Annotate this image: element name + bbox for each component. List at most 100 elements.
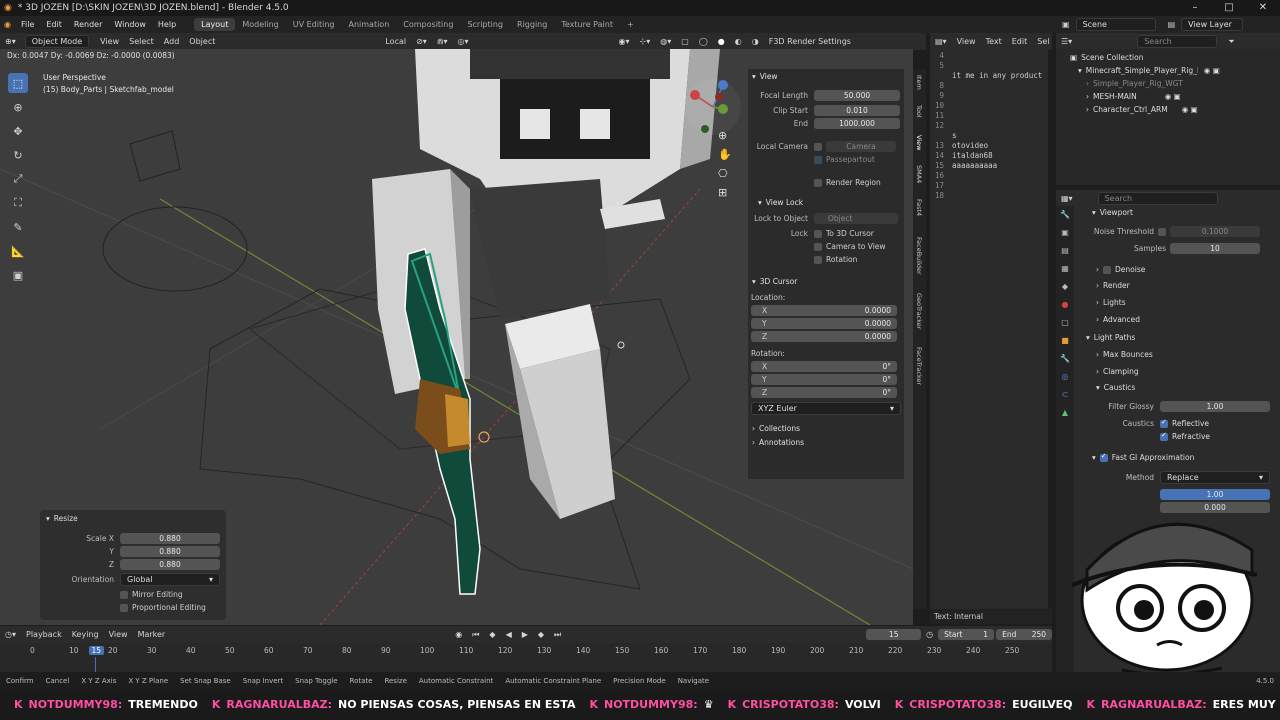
- add-cube-icon[interactable]: ▣: [8, 265, 28, 285]
- camera-to-view-checkbox[interactable]: [814, 242, 822, 251]
- clip-start-field[interactable]: 0.010: [814, 105, 900, 116]
- text-line[interactable]: 5: [930, 61, 1048, 71]
- filter-icon[interactable]: ⏷: [1223, 36, 1239, 48]
- collapse-chevron-icon[interactable]: ▾: [1096, 383, 1100, 392]
- cursor-loc-z-field[interactable]: 0.0000: [751, 331, 897, 342]
- text-line[interactable]: s: [930, 131, 1048, 141]
- maximize-button[interactable]: □: [1212, 0, 1246, 16]
- clamping-section[interactable]: Clamping: [1103, 367, 1139, 376]
- outliner-search-input[interactable]: Search: [1137, 35, 1218, 48]
- pivot-icon[interactable]: ⊘▾: [411, 36, 432, 47]
- rotation-mode-dropdown[interactable]: XYZ Euler: [758, 404, 797, 413]
- collapse-chevron-icon[interactable]: ▾: [1092, 208, 1096, 217]
- lock-object-field[interactable]: Object: [814, 213, 898, 224]
- expand-chevron-icon[interactable]: ›: [1086, 105, 1089, 114]
- keying-menu[interactable]: Keying: [67, 629, 104, 640]
- expand-chevron-icon[interactable]: ›: [1096, 281, 1099, 290]
- tab-tool[interactable]: Tool: [915, 105, 923, 118]
- passepartout-checkbox[interactable]: [814, 155, 822, 164]
- viewport-section[interactable]: Viewport: [1100, 208, 1133, 217]
- world-tab-icon[interactable]: ●: [1058, 300, 1072, 314]
- denoise-checkbox[interactable]: [1103, 265, 1111, 274]
- expand-chevron-icon[interactable]: ›: [1086, 79, 1089, 88]
- minimize-button[interactable]: –: [1178, 0, 1212, 16]
- record-icon[interactable]: ◉: [450, 629, 467, 640]
- cursor-loc-y-field[interactable]: 0.0000: [751, 318, 897, 329]
- noise-threshold-field[interactable]: 0.1000: [1170, 226, 1260, 237]
- advanced-section[interactable]: Advanced: [1103, 315, 1140, 324]
- light-paths-section[interactable]: Light Paths: [1094, 333, 1135, 342]
- tab-rigging[interactable]: Rigging: [510, 18, 554, 31]
- scale-z-field[interactable]: 0.880: [120, 559, 220, 570]
- expand-chevron-icon[interactable]: ›: [1086, 92, 1089, 101]
- lights-section[interactable]: Lights: [1103, 298, 1126, 307]
- render-section[interactable]: Render: [1103, 281, 1130, 290]
- text-editor[interactable]: 4 5 it me in any product 8 9 10 11 12 s 13 otovide…: [930, 49, 1048, 609]
- cursor-icon[interactable]: ⊕: [8, 97, 28, 117]
- clip-end-field[interactable]: 1000.000: [814, 118, 900, 129]
- properties-type-icon[interactable]: ▦▾: [1056, 193, 1078, 204]
- menu-file[interactable]: File: [15, 20, 40, 29]
- text-line[interactable]: it me in any product: [930, 71, 1048, 81]
- jump-start-icon[interactable]: ⏮: [467, 629, 484, 641]
- cursor-rot-z-field[interactable]: 0°: [751, 387, 897, 398]
- camera-field[interactable]: Camera: [826, 141, 896, 152]
- caustics-section[interactable]: Caustics: [1104, 383, 1136, 392]
- shading-render-icon[interactable]: ◑: [747, 36, 764, 47]
- tab-facetracker[interactable]: FaceTracker: [915, 347, 923, 385]
- text-line[interactable]: 14 italdan68: [930, 151, 1048, 161]
- tab-modeling[interactable]: Modeling: [235, 18, 285, 31]
- tab-texture-paint[interactable]: Texture Paint: [554, 18, 620, 31]
- noise-threshold-checkbox[interactable]: [1158, 227, 1166, 236]
- collapse-chevron-icon[interactable]: ▾: [1092, 453, 1096, 462]
- shading-solid-icon[interactable]: ●: [713, 36, 730, 47]
- outliner-item-ctrl[interactable]: Character_Ctrl_ARM: [1093, 105, 1168, 114]
- tab-item[interactable]: Item: [915, 75, 923, 90]
- render-region-checkbox[interactable]: [814, 178, 822, 187]
- timeline-type-icon[interactable]: ◷▾: [0, 629, 21, 640]
- snap-icon[interactable]: ⋒▾: [432, 36, 453, 47]
- play-icon[interactable]: ▶: [517, 629, 533, 640]
- local-camera-checkbox[interactable]: [814, 142, 822, 151]
- proportional-icon[interactable]: ◎▾: [453, 36, 474, 47]
- mirror-checkbox[interactable]: [120, 590, 128, 599]
- prev-key-icon[interactable]: ◆: [484, 629, 500, 640]
- navigation-gizmo[interactable]: [683, 77, 743, 137]
- outliner-item-rig[interactable]: Minecraft_Simple_Player_Rig_M: [1086, 66, 1198, 75]
- text-line[interactable]: 10: [930, 101, 1048, 111]
- outliner-item-mesh[interactable]: MESH-MAIN: [1093, 92, 1137, 101]
- collapse-chevron-icon[interactable]: ▾: [46, 514, 50, 523]
- tab-scripting[interactable]: Scripting: [460, 18, 510, 31]
- fast-gi-checkbox[interactable]: [1099, 452, 1108, 462]
- expand-chevron-icon[interactable]: ›: [1096, 350, 1099, 359]
- collapse-chevron-icon[interactable]: ▾: [758, 198, 762, 207]
- expand-chevron-icon[interactable]: ›: [1096, 367, 1099, 376]
- render-tab-icon[interactable]: ▣: [1058, 228, 1072, 242]
- text-line[interactable]: 12: [930, 121, 1048, 131]
- preview-range-icon[interactable]: ◷: [921, 629, 938, 640]
- max-bounces-section[interactable]: Max Bounces: [1103, 350, 1153, 359]
- constraints-tab-icon[interactable]: ⊂: [1058, 390, 1072, 404]
- menu-help[interactable]: Help: [152, 20, 182, 29]
- scene-selector[interactable]: Scene: [1075, 18, 1156, 31]
- jump-end-icon[interactable]: ⏭: [549, 629, 566, 641]
- expand-chevron-icon[interactable]: ›: [1096, 315, 1099, 324]
- expand-chevron-icon[interactable]: ›: [752, 438, 755, 447]
- tab-view[interactable]: View: [915, 135, 923, 150]
- close-button[interactable]: ✕: [1246, 0, 1280, 16]
- render-settings-button[interactable]: F3D Render Settings: [764, 36, 856, 47]
- start-frame-field[interactable]: 1: [983, 630, 988, 639]
- menu-select[interactable]: Select: [124, 36, 159, 47]
- reflective-checkbox[interactable]: [1160, 418, 1168, 428]
- refractive-checkbox[interactable]: [1160, 431, 1168, 441]
- output-tab-icon[interactable]: ▤: [1058, 246, 1072, 260]
- playback-menu[interactable]: Playback: [21, 629, 67, 640]
- marker-menu[interactable]: Marker: [133, 629, 171, 640]
- to-3d-cursor-checkbox[interactable]: [814, 229, 822, 238]
- transform-icon[interactable]: ⛶: [8, 193, 28, 213]
- text-menu-view[interactable]: View: [952, 36, 981, 47]
- camera-view-icon[interactable]: ⎔: [718, 167, 732, 180]
- mode-selector[interactable]: Object Mode: [24, 35, 90, 48]
- menu-window[interactable]: Window: [108, 20, 152, 29]
- timeline-track[interactable]: 0 10 15 20 30 40 50 60 70 80 90 100 110 120 130 140 150 1…: [0, 643, 1052, 672]
